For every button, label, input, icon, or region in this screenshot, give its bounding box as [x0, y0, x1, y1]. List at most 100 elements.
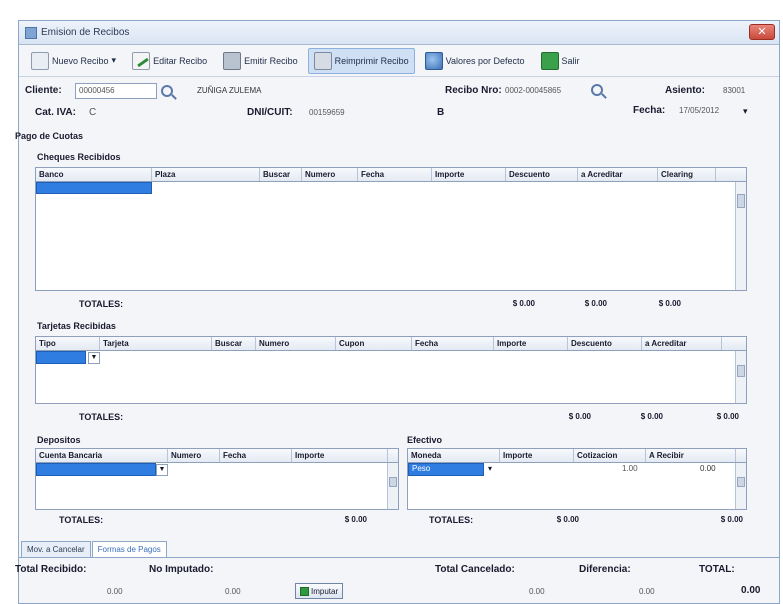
receipt-search-icon[interactable]	[591, 84, 603, 96]
client-code-input[interactable]: 00000456	[75, 83, 157, 99]
deposits-total-amount: $ 0.00	[344, 515, 367, 524]
cash-grid-header: Moneda Importe Cotizacion A Recibir	[408, 449, 746, 463]
col-header-rate[interactable]: Cotizacion	[574, 449, 646, 462]
col-header-currency[interactable]: Moneda	[408, 449, 500, 462]
col-header-amount[interactable]: Importe	[500, 449, 574, 462]
printer-icon	[223, 51, 242, 70]
reprint-receipt-label: Reimprimir Recibo	[334, 55, 409, 66]
deposits-scrollbar[interactable]	[387, 463, 398, 509]
entry-value: 83001	[723, 86, 746, 95]
checks-totals-label: TOTALES:	[79, 299, 124, 309]
col-header-discount[interactable]: Descuento	[506, 168, 578, 181]
col-header-search[interactable]: Buscar	[260, 168, 302, 181]
date-value[interactable]: 17/05/2012	[679, 106, 719, 115]
col-header-to-credit[interactable]: a Acreditar	[578, 168, 658, 181]
edit-receipt-label: Editar Recibo	[153, 55, 208, 66]
col-header-bank[interactable]: Banco	[36, 168, 152, 181]
col-header-to-receive[interactable]: A Recibir	[646, 449, 736, 462]
unallocated-label: No Imputado:	[149, 564, 214, 575]
col-header-clearing[interactable]: Clearing	[658, 168, 716, 181]
window-title: Emision de Recibos	[41, 27, 130, 38]
edit-icon	[132, 51, 151, 70]
invoice-letter: B	[437, 107, 445, 118]
deposits-grid-header: Cuenta Bancaria Numero Fecha Importe	[36, 449, 398, 463]
allocate-button[interactable]: Imputar	[295, 583, 344, 599]
new-receipt-label: Nuevo Recibo	[52, 55, 109, 66]
col-header-amount[interactable]: Importe	[432, 168, 506, 181]
col-header-coupon[interactable]: Cupon	[336, 337, 412, 350]
cards-scrollbar[interactable]	[735, 351, 746, 403]
col-header-number[interactable]: Numero	[302, 168, 358, 181]
col-header-type[interactable]: Tipo	[36, 337, 100, 350]
tax-id-value: 00159659	[309, 108, 345, 117]
checks-grid-header: Banco Plaza Buscar Numero Fecha Importe …	[36, 168, 746, 182]
plus-icon	[300, 586, 309, 596]
receipt-number-value: 0002-00045865	[505, 86, 562, 95]
checks-grid-body[interactable]	[36, 182, 746, 290]
exit-icon	[540, 51, 559, 70]
col-header-date[interactable]: Fecha	[412, 337, 494, 350]
close-button[interactable]: ✕	[749, 24, 775, 40]
rate-value: 1.00	[622, 464, 638, 473]
toolbar: Nuevo Recibo ▾ Editar Recibo Emitir Reci…	[19, 45, 779, 77]
col-header-plaza[interactable]: Plaza	[152, 168, 260, 181]
total-received-value: 0.00	[107, 587, 123, 596]
vat-category-value: C	[89, 107, 97, 118]
tax-id-label: DNI/CUIT:	[247, 107, 293, 118]
col-header-amount[interactable]: Importe	[494, 337, 568, 350]
col-header-discount[interactable]: Descuento	[568, 337, 642, 350]
col-header-card[interactable]: Tarjeta	[100, 337, 212, 350]
cards-grid-body[interactable]: ▼	[36, 351, 746, 403]
tab-movements-to-cancel[interactable]: Mov. a Cancelar	[21, 541, 91, 557]
col-header-number[interactable]: Numero	[168, 449, 220, 462]
client-label: Cliente:	[25, 85, 62, 96]
currency-select[interactable]: Peso	[408, 463, 484, 476]
cards-total-to-credit: $ 0.00	[716, 412, 739, 421]
reprint-icon	[313, 51, 332, 70]
card-type-select[interactable]	[36, 351, 86, 364]
selected-cell[interactable]	[36, 182, 152, 194]
chevron-down-icon[interactable]: ▾	[488, 464, 492, 473]
cards-grid: Tipo Tarjeta Buscar Numero Cupon Fecha I…	[35, 336, 747, 404]
default-values-button[interactable]: Valores por Defecto	[419, 48, 531, 74]
chevron-down-icon[interactable]: ▾	[112, 55, 117, 66]
date-dropdown-icon[interactable]: ▾	[743, 106, 748, 117]
cards-totals-label: TOTALES:	[79, 412, 124, 422]
cash-grid-body[interactable]: Peso ▾ 1.00 0.00	[408, 463, 746, 509]
total-received-label: Total Recibido:	[15, 564, 87, 575]
new-receipt-button[interactable]: Nuevo Recibo ▾	[25, 48, 122, 74]
bank-account-select[interactable]	[36, 463, 156, 476]
col-header-to-credit[interactable]: a Acreditar	[642, 337, 722, 350]
deposits-totals-label: TOTALES:	[59, 515, 104, 525]
tab-payment-methods[interactable]: Formas de Pagos	[91, 541, 167, 557]
col-header-bank-account[interactable]: Cuenta Bancaria	[36, 449, 168, 462]
deposits-grid: Cuenta Bancaria Numero Fecha Importe ▼	[35, 448, 399, 510]
vat-category-label: Cat. IVA:	[35, 107, 76, 118]
chevron-down-icon[interactable]: ▼	[88, 352, 100, 364]
issue-receipt-button[interactable]: Emitir Recibo	[217, 48, 304, 74]
checks-grid: Banco Plaza Buscar Numero Fecha Importe …	[35, 167, 747, 291]
cash-scrollbar[interactable]	[735, 463, 746, 509]
difference-value: 0.00	[639, 587, 655, 596]
issue-receipt-label: Emitir Recibo	[244, 55, 298, 66]
col-header-number[interactable]: Numero	[256, 337, 336, 350]
checks-scrollbar[interactable]	[735, 182, 746, 290]
total-value: 0.00	[741, 585, 761, 596]
title-bar: Emision de Recibos ✕	[19, 21, 779, 45]
exit-button[interactable]: Salir	[535, 48, 586, 74]
col-header-date[interactable]: Fecha	[358, 168, 432, 181]
payment-section-title: Pago de Cuotas	[15, 131, 84, 141]
edit-receipt-button[interactable]: Editar Recibo	[126, 48, 213, 74]
cash-totals-label: TOTALES:	[429, 515, 474, 525]
total-label: TOTAL:	[699, 564, 735, 575]
chevron-down-icon[interactable]: ▼	[156, 464, 168, 476]
globe-icon	[424, 51, 443, 70]
total-cancelled-label: Total Cancelado:	[435, 564, 515, 575]
receipt-number-label: Recibo Nro:	[445, 85, 502, 96]
client-search-icon[interactable]	[161, 85, 173, 97]
col-header-search[interactable]: Buscar	[212, 337, 256, 350]
col-header-date[interactable]: Fecha	[220, 449, 292, 462]
deposits-grid-body[interactable]: ▼	[36, 463, 398, 509]
col-header-amount[interactable]: Importe	[292, 449, 388, 462]
reprint-receipt-button[interactable]: Reimprimir Recibo	[307, 47, 415, 74]
